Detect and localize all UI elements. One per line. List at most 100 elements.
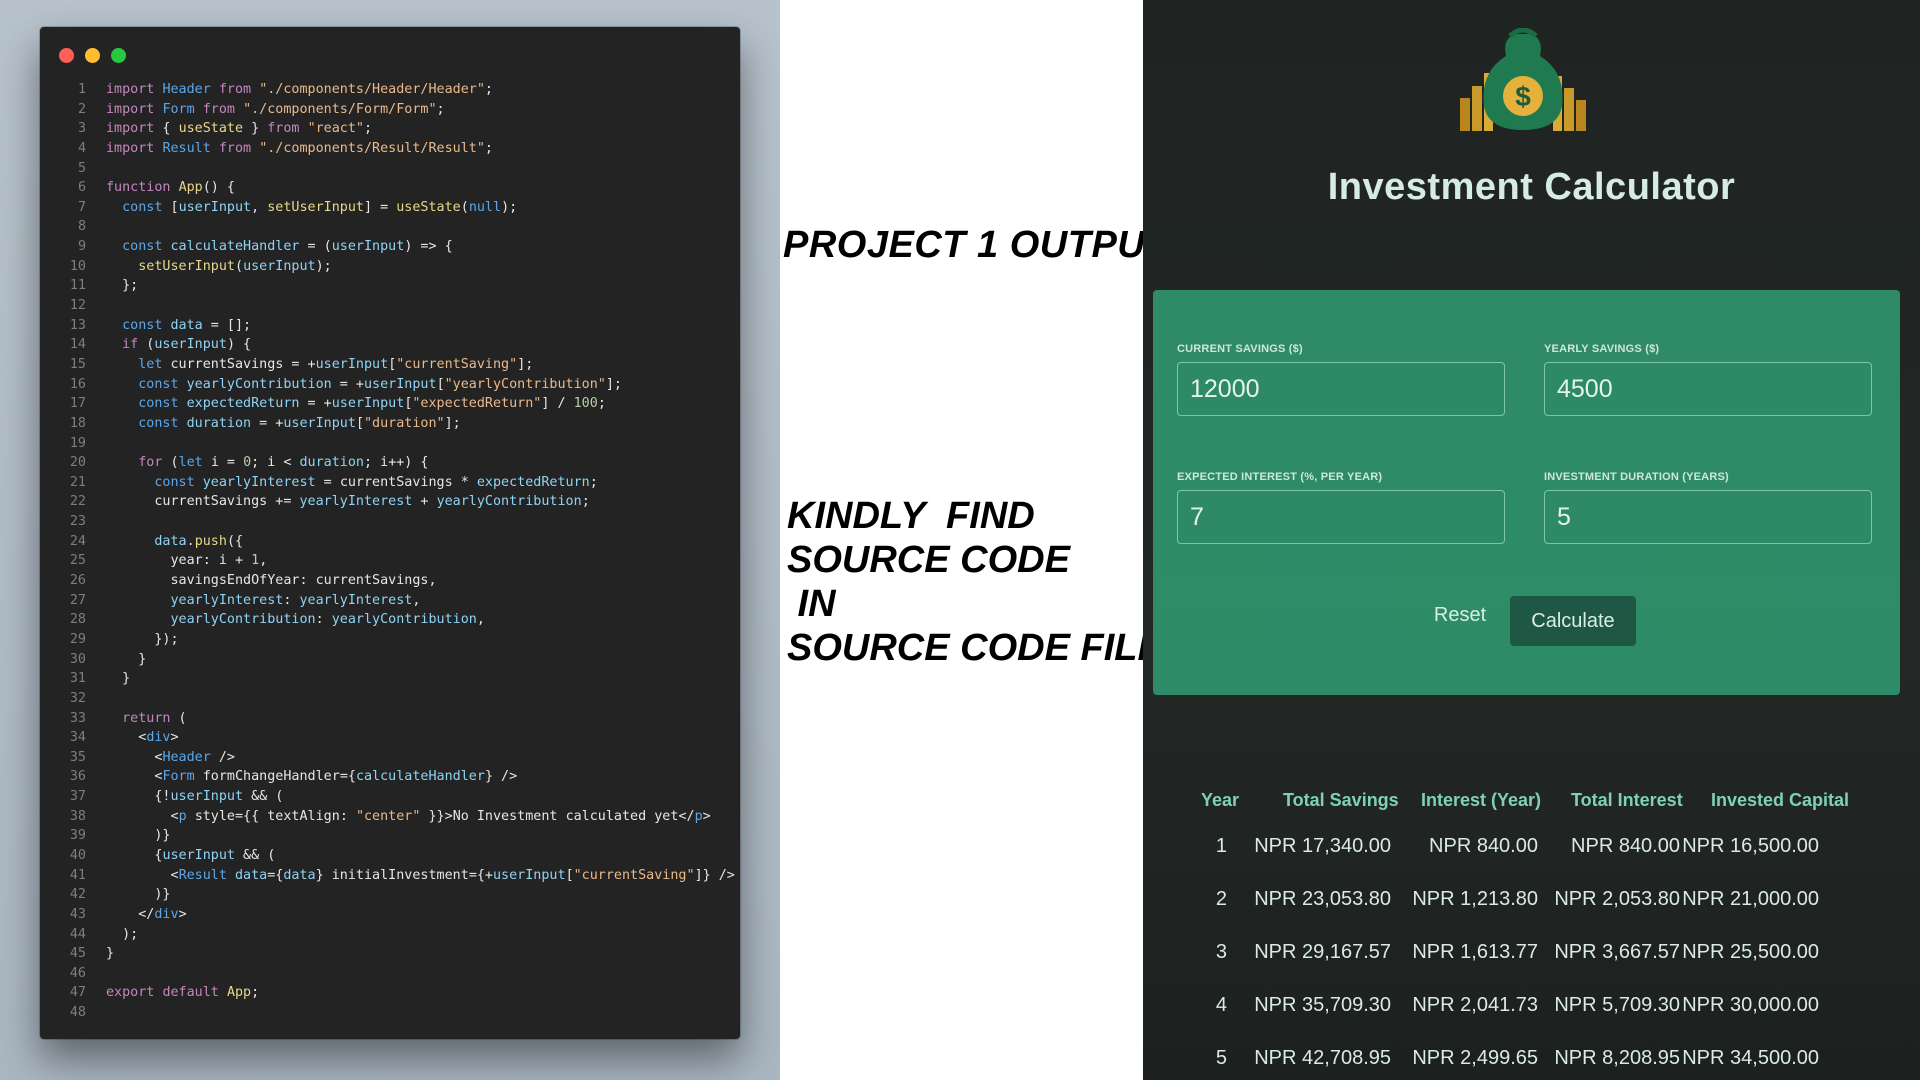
table-cell: NPR 17,340.00 xyxy=(1254,835,1391,857)
table-cell: NPR 23,053.80 xyxy=(1254,888,1391,910)
line-number: 30 xyxy=(69,651,86,667)
code-line: 4 import Result from "./components/Result… xyxy=(40,139,740,159)
table-cell: NPR 5,709.30 xyxy=(1554,994,1680,1016)
table-cell: NPR 2,499.65 xyxy=(1412,1047,1538,1069)
code-line: 10 setUserInput(userInput); xyxy=(40,257,740,277)
line-number: 48 xyxy=(69,1005,86,1021)
line-number: 18 xyxy=(69,415,86,431)
line-number: 35 xyxy=(69,749,86,765)
line-number: 34 xyxy=(69,730,86,746)
source-code-note: KINDLY FIND SOURCE CODE IN SOURCE CODE F… xyxy=(787,495,1163,669)
code-text: const yearlyInterest = currentSavings * … xyxy=(154,474,598,490)
line-number: 28 xyxy=(69,612,86,628)
header-invested-capital: Invested Capital xyxy=(1711,790,1850,810)
line-number: 15 xyxy=(69,356,86,372)
line-number: 23 xyxy=(69,514,86,530)
code-text: } xyxy=(106,671,131,687)
calculate-button[interactable]: Calculate xyxy=(1510,596,1636,646)
code-line: 18 const duration = +userInput["duration… xyxy=(40,414,740,434)
table-cell: NPR 21,000.00 xyxy=(1682,888,1819,910)
code-line: 36 <Form formChangeHandler={calculateHan… xyxy=(40,767,740,787)
code-text: export default App; xyxy=(106,985,260,1001)
code-text: </div> xyxy=(106,906,187,922)
code-text: yearlyContribution: yearlyContribution, xyxy=(170,612,485,628)
app-title: Investment Calculator xyxy=(1327,166,1736,208)
line-number: 7 xyxy=(77,199,86,215)
table-cell: NPR 25,500.00 xyxy=(1682,941,1819,963)
code-editor-window: 1 import Header from "./components/Header… xyxy=(40,27,740,1039)
table-cell: NPR 3,667.57 xyxy=(1554,941,1680,963)
code-line: 22 currentSavings += yearlyInterest + ye… xyxy=(40,492,740,512)
code-line: 14 if (userInput) { xyxy=(40,335,740,355)
code-line: 19 xyxy=(40,434,740,454)
line-number: 17 xyxy=(69,396,86,412)
code-text: {userInput && ( xyxy=(106,847,276,863)
code-text: const calculateHandler = (userInput) => … xyxy=(122,239,453,255)
table-cell: 3 xyxy=(1215,941,1227,963)
table-cell: 2 xyxy=(1215,888,1227,910)
line-number: 8 xyxy=(77,219,86,235)
expected-interest-input[interactable]: 7 xyxy=(1177,490,1505,544)
table-cell: NPR 34,500.00 xyxy=(1682,1047,1819,1069)
code-text: )} xyxy=(106,828,171,844)
code-text: <Header /> xyxy=(106,749,235,765)
code-line: 45} xyxy=(40,944,740,964)
money-bag-icon: $ xyxy=(1460,28,1586,131)
code-text: <div> xyxy=(106,730,179,746)
code-line: 9 const calculateHandler = (userInput) =… xyxy=(40,237,740,257)
code-text: const expectedReturn = +userInput["expec… xyxy=(138,396,606,412)
line-number: 19 xyxy=(69,435,86,451)
code-text: } xyxy=(106,651,147,667)
investment-duration-input[interactable]: 5 xyxy=(1544,490,1872,544)
code-text: }); xyxy=(106,631,179,647)
current-savings-label: CURRENT SAVINGS ($) xyxy=(1177,343,1303,355)
code-line: 25 year: i + 1, xyxy=(40,551,740,571)
code-text: year: i + 1, xyxy=(170,553,268,569)
table-cell: NPR 2,041.73 xyxy=(1412,994,1538,1016)
yearly-savings-input[interactable]: 4500 xyxy=(1544,362,1872,416)
reset-button[interactable]: Reset xyxy=(1415,595,1505,635)
line-number: 36 xyxy=(69,769,86,785)
code-text: const [userInput, setUserInput] = useSta… xyxy=(122,199,518,215)
investment-form: CURRENT SAVINGS ($) 12000 YEARLY SAVINGS… xyxy=(1153,290,1900,695)
table-cell: NPR 29,167.57 xyxy=(1254,941,1391,963)
code-line: 43 </div> xyxy=(40,905,740,925)
code-line: 24 data.push({ xyxy=(40,532,740,552)
code-line: 34 <div> xyxy=(40,728,740,748)
header-total-interest: Total Interest xyxy=(1571,790,1683,810)
table-cell: NPR 1,213.80 xyxy=(1412,888,1538,910)
code-text: function App() { xyxy=(106,180,235,196)
code-text: import Result from "./components/Result/… xyxy=(106,140,493,156)
code-line: 48 xyxy=(40,1003,740,1023)
code-text: ); xyxy=(106,926,139,942)
code-text: for (let i = 0; i < duration; i++) { xyxy=(138,455,429,471)
current-savings-input[interactable]: 12000 xyxy=(1177,362,1505,416)
code-text: if (userInput) { xyxy=(122,337,252,353)
line-number: 45 xyxy=(69,946,86,962)
table-cell: NPR 30,000.00 xyxy=(1682,994,1819,1016)
code-line: 40 {userInput && ( xyxy=(40,846,740,866)
code-line: 47 export default App; xyxy=(40,983,740,1003)
line-number: 13 xyxy=(69,317,86,333)
code-line: 11 }; xyxy=(40,276,740,296)
header-interest-year: Interest (Year) xyxy=(1421,790,1542,810)
code-text: )} xyxy=(106,887,171,903)
code-text: <Form formChangeHandler={calculateHandle… xyxy=(106,769,518,785)
table-cell: NPR 840.00 xyxy=(1429,835,1538,857)
line-number: 16 xyxy=(69,376,86,392)
line-number: 47 xyxy=(69,985,86,1001)
line-number: 39 xyxy=(69,828,86,844)
table-cell: NPR 8,208.95 xyxy=(1554,1047,1680,1069)
code-line: 6 function App() { xyxy=(40,178,740,198)
line-number: 21 xyxy=(69,474,86,490)
table-cell: 4 xyxy=(1215,994,1227,1016)
line-number: 24 xyxy=(69,533,86,549)
line-number: 20 xyxy=(69,455,86,471)
project-output-heading: PROJECT 1 OUTPUT xyxy=(783,224,1169,266)
line-number: 31 xyxy=(69,671,86,687)
